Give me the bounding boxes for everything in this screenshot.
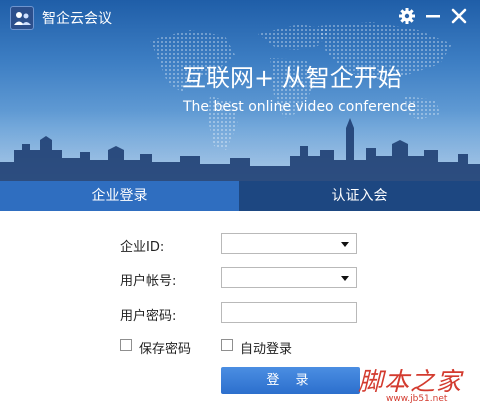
chevron-down-icon — [341, 242, 349, 247]
minimize-icon — [426, 15, 440, 18]
users-icon — [14, 12, 31, 25]
watermark-url: www.jb51.net — [386, 394, 448, 404]
login-button[interactable]: 登 录 — [221, 367, 360, 394]
minimize-button[interactable] — [421, 4, 445, 28]
enterprise-id-dropdown[interactable] — [221, 233, 357, 254]
save-password-label: 保存密码 — [139, 342, 192, 357]
app-logo — [10, 6, 34, 30]
app-title: 智企云会议 — [42, 11, 112, 27]
auto-login-label: 自动登录 — [240, 342, 293, 357]
watermark-logo: 脚本之家 — [358, 367, 463, 396]
header-banner: 智企云会议 互联网+ 从智企开始 The best online video c… — [0, 0, 480, 181]
tab-auth-join[interactable]: 认证入会 — [239, 181, 480, 211]
banner-subslogan: The best online video conference — [183, 99, 416, 115]
account-label: 用户帐号: — [120, 274, 177, 289]
close-icon — [451, 8, 467, 24]
auto-login-checkbox[interactable] — [221, 339, 233, 351]
auto-login-checkbox-row[interactable]: 自动登录 — [221, 338, 301, 357]
close-button[interactable] — [447, 4, 471, 28]
chevron-down-icon — [341, 276, 349, 281]
password-field[interactable] — [221, 302, 357, 323]
account-dropdown[interactable] — [221, 267, 357, 288]
tab-enterprise-login[interactable]: 企业登录 — [0, 181, 239, 211]
password-label: 用户密码: — [120, 309, 177, 324]
title-bar[interactable]: 智企云会议 — [0, 0, 480, 34]
settings-button[interactable] — [395, 4, 419, 28]
gear-icon — [399, 8, 415, 24]
save-password-checkbox[interactable] — [120, 339, 132, 351]
save-password-checkbox-row[interactable]: 保存密码 — [120, 338, 200, 357]
enterprise-id-label: 企业ID: — [120, 240, 165, 255]
banner-slogan: 互联网+ 从智企开始 — [182, 64, 402, 92]
